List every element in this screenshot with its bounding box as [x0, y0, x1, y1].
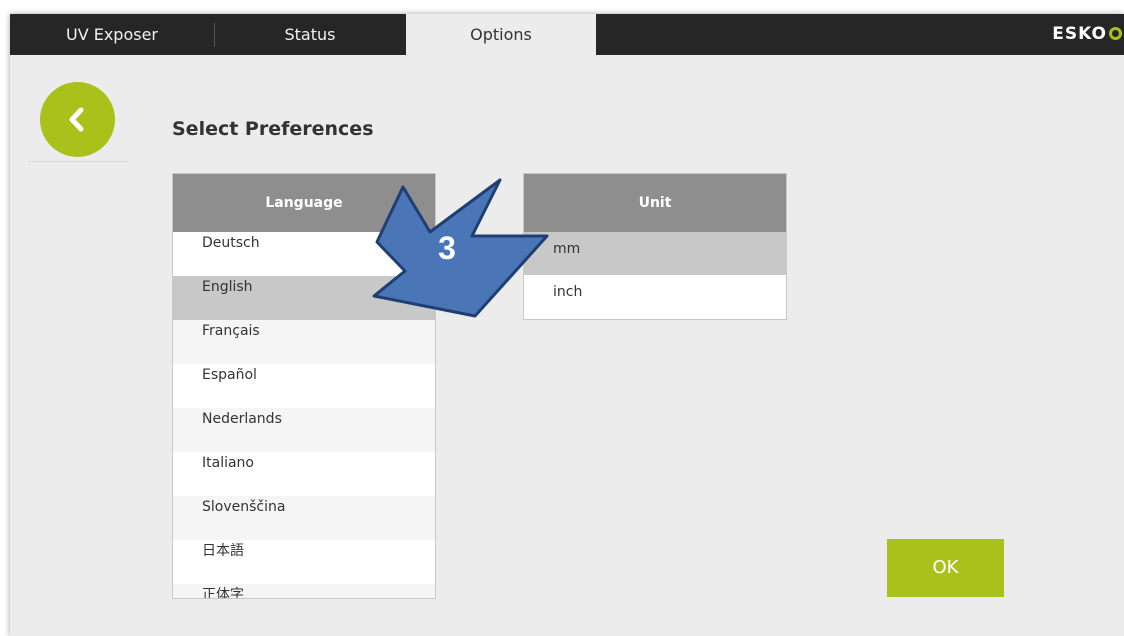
callout-step-number: 3: [438, 230, 456, 266]
step-callout-arrow: 3: [372, 178, 549, 318]
callout-arrow-shape: [372, 178, 549, 318]
app-window: UV Exposer Status Options ESKO Select Pr…: [10, 14, 1124, 636]
